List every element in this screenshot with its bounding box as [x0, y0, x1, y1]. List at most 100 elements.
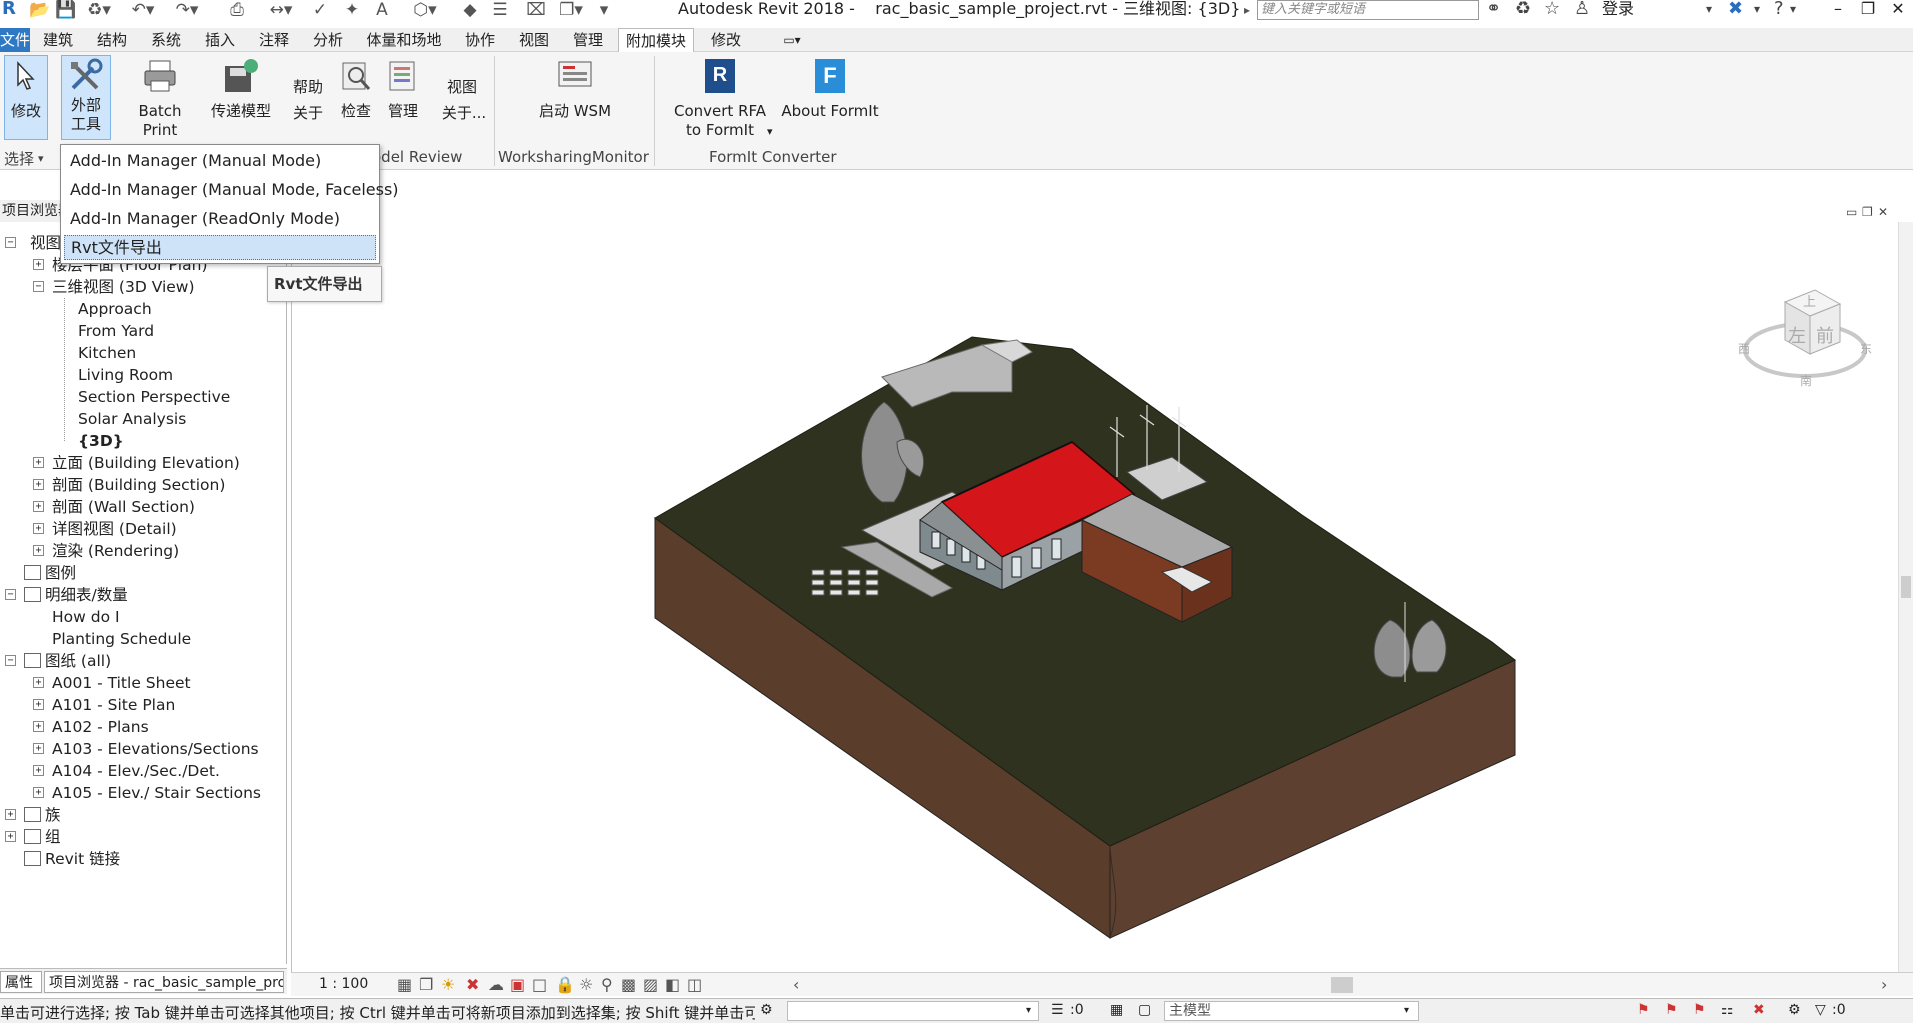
- view-scale[interactable]: 1 : 100: [319, 976, 368, 992]
- tab-manage[interactable]: 管理: [568, 28, 608, 52]
- expand-search-icon[interactable]: ▸: [1240, 0, 1254, 20]
- design-options-icon[interactable]: ▦: [1110, 1002, 1123, 1018]
- tree-expander[interactable]: +: [33, 787, 44, 798]
- select-panel-label[interactable]: 选择: [4, 148, 34, 169]
- revit-logo-icon[interactable]: R: [2, 0, 20, 20]
- drag-elements-icon[interactable]: ✖: [1753, 1002, 1765, 1018]
- tree-expander[interactable]: +: [33, 501, 44, 512]
- tab-add-ins[interactable]: 附加模块: [618, 28, 694, 52]
- select-by-face-icon[interactable]: ⚏: [1721, 1002, 1734, 1018]
- convert-rfa-button[interactable]: R Convert RFA to FormIt: [670, 56, 770, 140]
- tab-view[interactable]: 视图: [514, 28, 554, 52]
- design-option-select[interactable]: 主模型: [1164, 1001, 1419, 1021]
- thin-lines-icon[interactable]: ☰: [490, 0, 510, 20]
- visual-style-icon[interactable]: ❐: [419, 975, 433, 994]
- help-icon[interactable]: ?: [1774, 0, 1784, 20]
- workset-dropdown-icon[interactable]: ▾: [1026, 1005, 1031, 1016]
- tab-modify[interactable]: 修改: [706, 28, 746, 52]
- reveal-constraints-icon[interactable]: ◫: [687, 975, 702, 994]
- select-links-icon[interactable]: ⚑: [1637, 1002, 1650, 1018]
- worksets-icon[interactable]: ⚙: [760, 1002, 773, 1018]
- browser-tree-node[interactable]: 剖面 (Building Section): [52, 474, 225, 496]
- editable-design-icon[interactable]: ▢: [1138, 1002, 1151, 1018]
- show-analytical-model-icon[interactable]: ▨: [643, 975, 658, 994]
- browser-tree-node[interactable]: 立面 (Building Elevation): [52, 452, 240, 474]
- browser-tree-node[interactable]: A103 - Elevations/Sections: [52, 738, 259, 760]
- view-vertical-scrollbar[interactable]: [1898, 222, 1913, 972]
- redo-icon[interactable]: ↷▾: [172, 0, 202, 20]
- lock-3d-view-icon[interactable]: 🔒: [555, 975, 575, 994]
- save-icon[interactable]: 💾: [55, 0, 76, 20]
- rendering-dialog-icon[interactable]: ☁: [488, 975, 504, 994]
- select-dropdown-icon[interactable]: ▾: [38, 152, 44, 165]
- menu-item-addin-faceless[interactable]: Add-In Manager (Manual Mode, Faceless): [70, 180, 399, 199]
- temporary-view-properties-icon[interactable]: ▩: [621, 975, 636, 994]
- tab-properties[interactable]: 属性: [0, 971, 42, 993]
- about-more-button[interactable]: 关于...: [438, 104, 490, 123]
- browser-tree-node[interactable]: Planting Schedule: [52, 628, 191, 650]
- tree-expander[interactable]: +: [33, 743, 44, 754]
- tree-expander[interactable]: +: [33, 523, 44, 534]
- tree-expander[interactable]: −: [33, 281, 44, 292]
- design-option-dropdown-icon[interactable]: ▾: [1404, 1005, 1409, 1016]
- help-button[interactable]: 帮助: [286, 56, 330, 97]
- browser-tree-node[interactable]: 三维视图 (3D View): [52, 276, 195, 298]
- browser-tree-node[interactable]: Kitchen: [78, 342, 136, 364]
- transmit-model-button[interactable]: 传递模型: [206, 56, 276, 121]
- browser-tree-node[interactable]: 组: [24, 826, 61, 848]
- browser-tree-node[interactable]: {3D}: [78, 430, 124, 452]
- close-window-button[interactable]: ✕: [1886, 0, 1910, 20]
- horizontal-scroll-thumb[interactable]: [1331, 977, 1353, 993]
- browser-tree-node[interactable]: A102 - Plans: [52, 716, 149, 738]
- switch-windows-icon[interactable]: ❐▾: [556, 0, 586, 20]
- convert-rfa-dropdown-icon[interactable]: ▾: [767, 122, 773, 141]
- tree-expander[interactable]: +: [33, 457, 44, 468]
- reveal-hidden-icon[interactable]: ⚲: [601, 975, 613, 994]
- print-icon[interactable]: ⎙: [226, 0, 248, 20]
- model-scene[interactable]: [292, 202, 1897, 972]
- measure-icon[interactable]: ↔▾: [266, 0, 296, 20]
- about-button[interactable]: 关于: [286, 104, 330, 123]
- browser-tree-node[interactable]: 图纸 (all): [24, 650, 111, 672]
- select-pinned-icon[interactable]: ⚑: [1693, 1002, 1706, 1018]
- check-button[interactable]: 检查: [336, 56, 376, 121]
- login-link[interactable]: 登录: [1602, 0, 1634, 18]
- tree-expander[interactable]: +: [33, 765, 44, 776]
- vertical-scroll-thumb[interactable]: [1901, 576, 1911, 598]
- browser-tree-node[interactable]: 渲染 (Rendering): [52, 540, 179, 562]
- sun-path-icon[interactable]: ☀: [441, 975, 455, 994]
- open-icon[interactable]: 📂: [29, 0, 50, 20]
- search-input[interactable]: 键入关键字或短语: [1257, 0, 1479, 20]
- highlight-displacement-icon[interactable]: ◧: [665, 975, 680, 994]
- browser-tree-node[interactable]: 族: [24, 804, 61, 826]
- browser-tree-node[interactable]: A104 - Elev./Sec./Det.: [52, 760, 220, 782]
- start-wsm-button[interactable]: 启动 WSM: [532, 56, 618, 121]
- browser-tree-node[interactable]: Living Room: [78, 364, 173, 386]
- tree-expander[interactable]: −: [5, 237, 16, 248]
- scroll-left-icon[interactable]: ‹: [793, 975, 799, 994]
- undo-icon[interactable]: ↶▾: [128, 0, 158, 20]
- browser-tree-node[interactable]: 图例: [24, 562, 76, 584]
- browser-tree-node[interactable]: Approach: [78, 298, 152, 320]
- dimension-icon[interactable]: ✓: [310, 0, 330, 20]
- subscription-icon[interactable]: ♻: [1515, 0, 1531, 20]
- background-process-icon[interactable]: ⚙: [1788, 1002, 1801, 1018]
- sync-icon[interactable]: ♻▾: [84, 0, 114, 20]
- scroll-right-icon[interactable]: ›: [1881, 975, 1887, 994]
- help-dropdown-icon[interactable]: ▾: [1790, 0, 1796, 20]
- 3d-view-icon[interactable]: ⬡▾: [410, 0, 440, 20]
- tree-expander[interactable]: +: [5, 831, 16, 842]
- customize-qat-icon[interactable]: ▾: [596, 0, 612, 20]
- browser-tree-node[interactable]: A101 - Site Plan: [52, 694, 175, 716]
- tab-project-browser[interactable]: 项目浏览器 - rac_basic_sample_proje...: [44, 971, 284, 993]
- tab-architecture[interactable]: 建筑: [38, 28, 78, 52]
- browser-tree-node[interactable]: How do I: [52, 606, 120, 628]
- favorites-star-icon[interactable]: ☆: [1544, 0, 1560, 20]
- editable-only-icon[interactable]: ☰: [1051, 1002, 1064, 1018]
- close-hidden-icon[interactable]: ⌧: [526, 0, 546, 20]
- tree-expander[interactable]: −: [5, 589, 16, 600]
- menu-item-addin-manual[interactable]: Add-In Manager (Manual Mode): [70, 151, 321, 170]
- restore-button[interactable]: ❐: [1856, 0, 1880, 20]
- browser-tree-node[interactable]: 详图视图 (Detail): [52, 518, 177, 540]
- view-button[interactable]: 视图: [438, 56, 486, 97]
